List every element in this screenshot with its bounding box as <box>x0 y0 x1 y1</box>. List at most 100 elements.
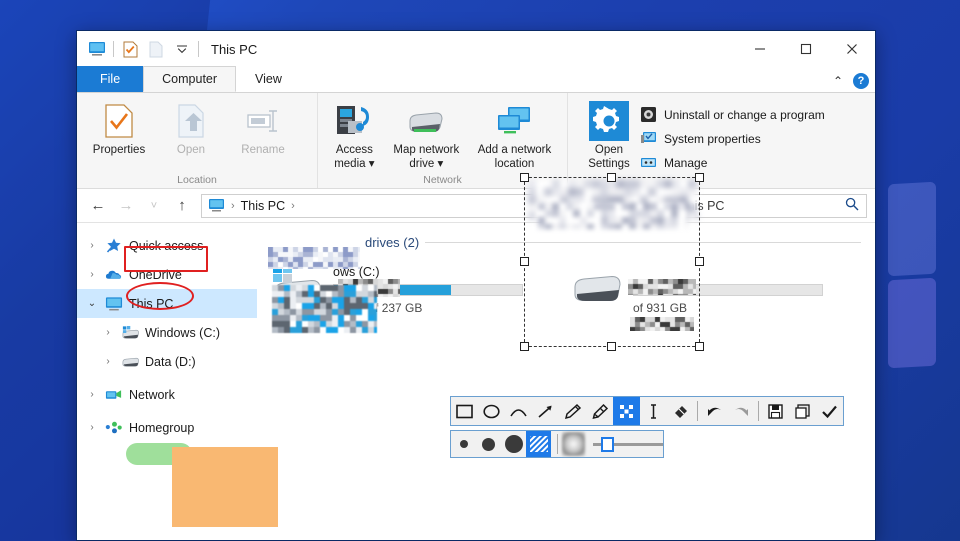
tab-computer[interactable]: Computer <box>143 66 236 92</box>
breadcrumb-this-pc[interactable]: This PC <box>241 199 285 213</box>
undo-button[interactable] <box>701 397 728 425</box>
map-network-drive-icon <box>404 101 448 141</box>
sidebar-item-label: Homegroup <box>129 421 194 435</box>
homegroup-icon <box>105 419 123 437</box>
sidebar-item-data-d[interactable]: › Data (D:) <box>77 347 257 376</box>
eraser-tool[interactable] <box>667 397 694 425</box>
chevron-right-icon[interactable]: › <box>85 240 99 251</box>
ribbon-tabs: File Computer View ⌃ ? <box>77 67 875 93</box>
pc-icon[interactable] <box>87 39 107 59</box>
rename-label: Rename <box>241 143 284 157</box>
help-icon[interactable]: ? <box>853 73 869 89</box>
chevron-up-icon[interactable]: ⌃ <box>833 74 843 88</box>
open-button[interactable]: Open <box>155 98 227 157</box>
resize-handle-top-left[interactable] <box>520 173 529 182</box>
size-large-dot <box>505 435 523 453</box>
chevron-right-icon[interactable]: › <box>85 389 99 400</box>
drive-name: ows (C:) <box>333 265 523 279</box>
pixelate-tool[interactable] <box>613 397 640 425</box>
intensity-slider-thumb[interactable] <box>601 437 614 452</box>
sidebar-item-label: Windows (C:) <box>145 326 220 340</box>
access-media-label: Access media ▾ <box>334 143 374 171</box>
size-large-button[interactable] <box>501 431 526 457</box>
arc-tool[interactable] <box>505 397 532 425</box>
manage-icon <box>640 154 657 171</box>
properties-icon[interactable] <box>120 39 140 59</box>
system-properties-label: System properties <box>664 132 761 146</box>
sidebar-item-label: Network <box>129 388 175 402</box>
map-network-drive-button[interactable]: Map network drive ▾ <box>385 98 468 171</box>
recent-locations-button[interactable]: ˅ <box>141 193 167 219</box>
confirm-button[interactable] <box>816 397 843 425</box>
chevron-right-icon[interactable]: › <box>85 422 99 433</box>
drive-usage-fill <box>334 285 451 295</box>
drive-info: ows (C:) B free of 237 GB <box>333 261 523 315</box>
minimize-button[interactable] <box>737 31 783 67</box>
breadcrumb-separator-2[interactable]: › <box>289 200 297 212</box>
uninstall-program-item[interactable]: Uninstall or change a program <box>640 104 825 125</box>
pencil-tool[interactable] <box>559 397 586 425</box>
new-folder-icon[interactable] <box>146 39 166 59</box>
search-icon[interactable] <box>845 197 859 214</box>
rename-button[interactable]: Rename <box>227 98 299 157</box>
maximize-button[interactable] <box>783 31 829 67</box>
intensity-slider[interactable] <box>593 443 663 446</box>
sidebar-item-windows-c[interactable]: › Windows (C:) <box>77 318 257 347</box>
resize-handle-bottom-right[interactable] <box>695 342 704 351</box>
chevron-right-icon[interactable]: › <box>101 356 115 367</box>
copy-button[interactable] <box>789 397 816 425</box>
selection-rectangle[interactable] <box>524 177 700 347</box>
annotation-orange-box <box>172 447 278 527</box>
rename-icon <box>246 101 280 141</box>
add-network-location-button[interactable]: Add a network location <box>468 98 561 171</box>
rectangle-tool[interactable] <box>451 397 478 425</box>
highlighter-tool[interactable] <box>586 397 613 425</box>
open-icon <box>176 101 206 141</box>
resize-handle-middle-right[interactable] <box>695 257 704 266</box>
resize-handle-bottom-center[interactable] <box>607 342 616 351</box>
dropdown-caret-icon[interactable] <box>172 39 192 59</box>
forward-button[interactable]: → <box>113 193 139 219</box>
tab-file[interactable]: File <box>77 66 143 92</box>
open-settings-button[interactable]: Open Settings <box>578 98 640 171</box>
resize-handle-bottom-left[interactable] <box>520 342 529 351</box>
sidebar-item-network[interactable]: › Network <box>77 380 257 409</box>
uninstall-program-icon <box>640 106 657 123</box>
back-button[interactable]: ← <box>85 193 111 219</box>
system-properties-item[interactable]: System properties <box>640 128 825 149</box>
ribbon-group-label-location: Location <box>77 173 317 188</box>
sidebar-item-homegroup[interactable]: › Homegroup <box>77 413 257 442</box>
drive-usage-bar <box>333 284 523 296</box>
properties-label: Properties <box>93 143 145 157</box>
drive-item-windows-c[interactable]: ows (C:) B free of 237 GB <box>267 261 523 315</box>
drive-icon <box>121 353 139 371</box>
access-media-button[interactable]: Access media ▾ <box>324 98 385 171</box>
resize-handle-top-center[interactable] <box>607 173 616 182</box>
chevron-right-icon[interactable]: › <box>101 327 115 338</box>
annotation-toolbar <box>450 396 844 458</box>
search-input[interactable]: This PC <box>672 194 867 218</box>
save-button[interactable] <box>762 397 789 425</box>
tab-view[interactable]: View <box>236 66 301 92</box>
star-pin-icon <box>105 237 123 255</box>
chevron-down-icon[interactable]: ⌄ <box>85 298 99 309</box>
quick-access-toolbar <box>77 39 199 59</box>
group-header-label: drives (2) <box>365 235 419 250</box>
ellipse-tool[interactable] <box>478 397 505 425</box>
resize-handle-middle-left[interactable] <box>520 257 529 266</box>
text-tool[interactable] <box>640 397 667 425</box>
up-button[interactable]: ↑ <box>169 193 195 219</box>
size-small-button[interactable] <box>451 431 476 457</box>
pc-icon <box>105 295 123 313</box>
arrow-tool[interactable] <box>532 397 559 425</box>
settings-gear-icon <box>589 101 629 141</box>
size-medium-button[interactable] <box>476 431 501 457</box>
windows-drive-icon <box>267 261 325 311</box>
pixelate-mode-button[interactable] <box>526 431 551 457</box>
chevron-right-icon[interactable]: › <box>85 269 99 280</box>
properties-button[interactable]: Properties <box>83 98 155 157</box>
redo-button[interactable] <box>728 397 755 425</box>
close-button[interactable] <box>829 31 875 67</box>
resize-handle-top-right[interactable] <box>695 173 704 182</box>
manage-item[interactable]: Manage <box>640 152 825 173</box>
